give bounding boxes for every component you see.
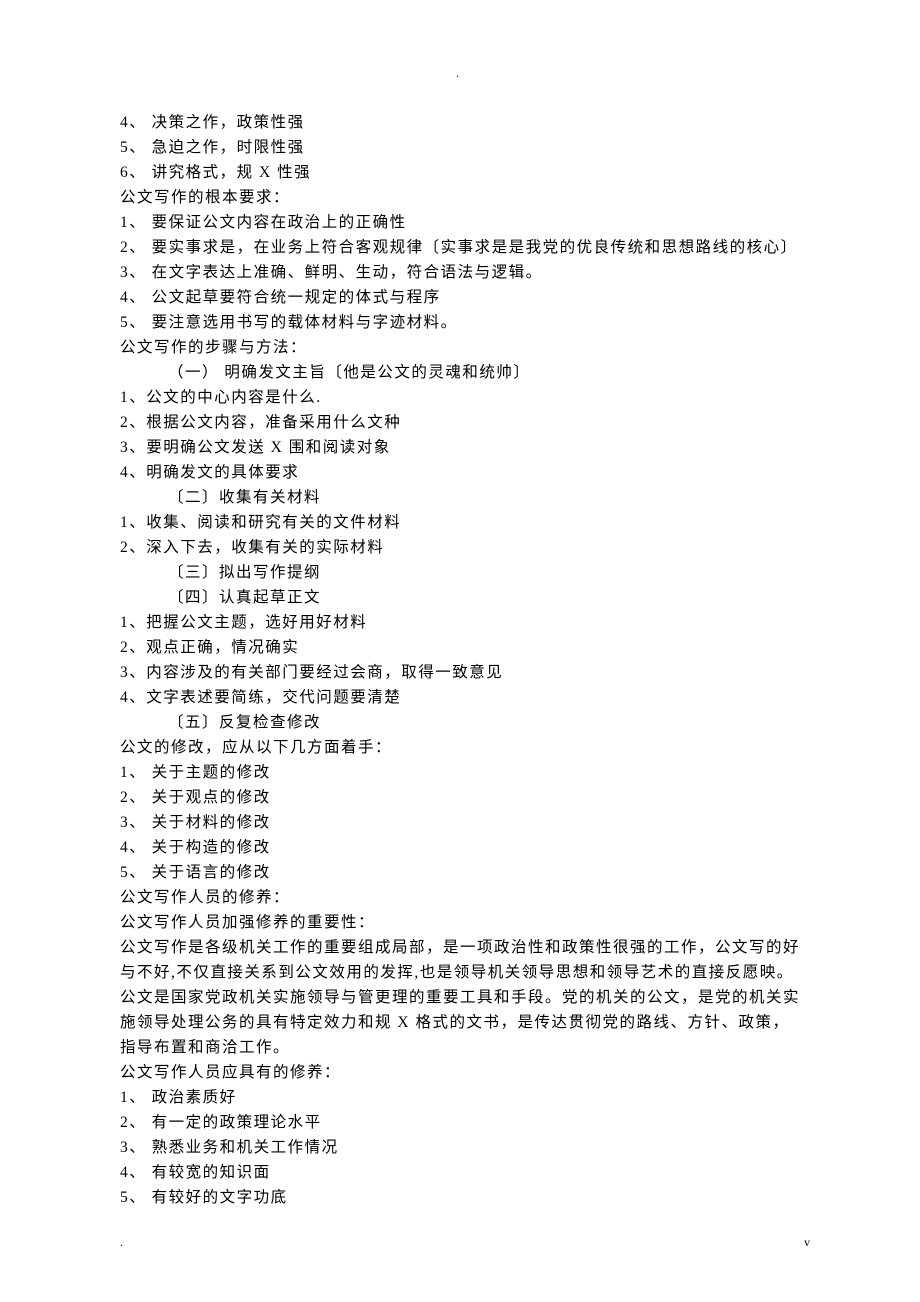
- footer-left: .: [120, 1235, 123, 1250]
- text-line: 2、 关于观点的修改: [120, 785, 800, 810]
- text-line: 〔五〕反复检查修改: [120, 710, 800, 735]
- text-line: 2、深入下去，收集有关的实际材料: [120, 535, 800, 560]
- text-line: 1、收集、阅读和研究有关的文件材料: [120, 510, 800, 535]
- text-line: 公文的修改，应从以下几方面着手：: [120, 735, 800, 760]
- text-line: 5、 关于语言的修改: [120, 860, 800, 885]
- text-line: 〔二〕收集有关材料: [120, 485, 800, 510]
- text-line: 1、把握公文主题，选好用好材料: [120, 610, 800, 635]
- text-line: 公文写作的根本要求：: [120, 185, 800, 210]
- text-line: 2、观点正确，情况确实: [120, 635, 800, 660]
- text-line: 4、 决策之作，政策性强: [120, 110, 800, 135]
- text-line: 5、 有较好的文字功底: [120, 1185, 800, 1210]
- text-line: 公文写作人员加强修养的重要性：: [120, 910, 800, 935]
- text-line: 〔四〕认真起草正文: [120, 585, 800, 610]
- text-line: 6、 讲究格式，规 X 性强: [120, 160, 800, 185]
- text-line: 3、 熟悉业务和机关工作情况: [120, 1135, 800, 1160]
- text-line: 公文写作的步骤与方法：: [120, 335, 800, 360]
- text-line: 3、 关于材料的修改: [120, 810, 800, 835]
- text-line: 4、 公文起草要符合统一规定的体式与程序: [120, 285, 800, 310]
- text-line: 3、内容涉及的有关部门要经过会商，取得一致意见: [120, 660, 800, 685]
- text-line: 与不好,不仅直接关系到公文效用的发挥,也是领导机关领导思想和领导艺术的直接反愿映…: [120, 960, 800, 985]
- text-line: 公文写作人员的修养：: [120, 885, 800, 910]
- text-line: 公文写作人员应具有的修养：: [120, 1060, 800, 1085]
- text-line: 5、 要注意选用书写的载体材料与字迹材料。: [120, 310, 800, 335]
- text-line: 2、 有一定的政策理论水平: [120, 1110, 800, 1135]
- text-line: 2、根据公文内容，准备采用什么文种: [120, 410, 800, 435]
- footer: . v: [120, 1235, 810, 1250]
- text-line: 1、 政治素质好: [120, 1085, 800, 1110]
- text-line: 1、 关于主题的修改: [120, 760, 800, 785]
- text-line: 1、公文的中心内容是什么.: [120, 385, 800, 410]
- text-line: 4、 有较宽的知识面: [120, 1160, 800, 1185]
- text-line: 施领导处理公务的具有特定效力和规 X 格式的文书，是传达贯彻党的路线、方针、政策…: [120, 1010, 800, 1035]
- text-line: 指导布置和商洽工作。: [120, 1035, 800, 1060]
- document-body: 4、 决策之作，政策性强5、 急迫之作，时限性强6、 讲究格式，规 X 性强公文…: [0, 0, 920, 1270]
- text-line: 3、要明确公文发送 X 围和阅读对象: [120, 435, 800, 460]
- text-line: 5、 急迫之作，时限性强: [120, 135, 800, 160]
- top-mark: .: [456, 66, 459, 81]
- text-line: 公文写作是各级机关工作的重要组成局部，是一项政治性和政策性很强的工作，公文写的好: [120, 935, 800, 960]
- text-line: 1、 要保证公文内容在政治上的正确性: [120, 210, 800, 235]
- text-line: 4、文字表述要简练，交代问题要清楚: [120, 685, 800, 710]
- text-line: 4、 关于构造的修改: [120, 835, 800, 860]
- text-line: 4、明确发文的具体要求: [120, 460, 800, 485]
- text-line: 公文是国家党政机关实施领导与管更理的重要工具和手段。党的机关的公文，是党的机关实: [120, 985, 800, 1010]
- text-line: 3、 在文字表达上准确、鲜明、生动，符合语法与逻辑。: [120, 260, 800, 285]
- text-line: 〔三〕拟出写作提纲: [120, 560, 800, 585]
- text-line: 2、 要实事求是，在业务上符合客观规律〔实事求是是我党的优良传统和思想路线的核心…: [120, 235, 800, 260]
- footer-right: v: [804, 1235, 810, 1250]
- text-line: （一） 明确发文主旨〔他是公文的灵魂和统帅〕: [120, 360, 800, 385]
